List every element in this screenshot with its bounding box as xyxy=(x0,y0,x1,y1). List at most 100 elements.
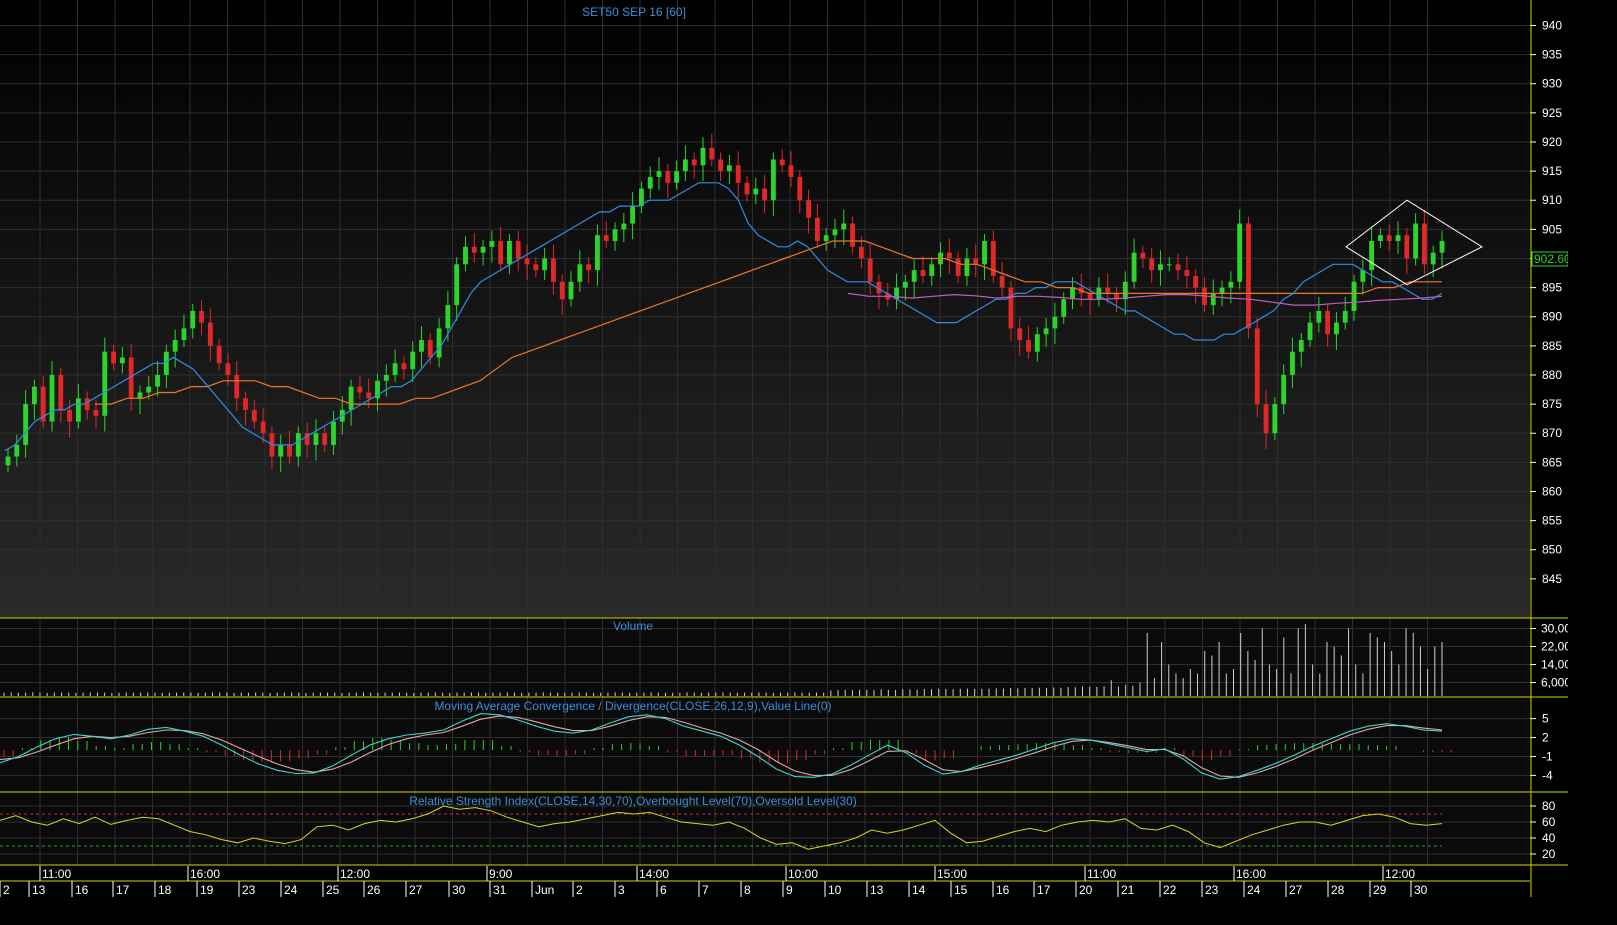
candle-body xyxy=(119,357,125,364)
candle-body xyxy=(1325,310,1331,335)
candle-body xyxy=(93,409,99,416)
candle-body xyxy=(603,235,609,242)
volume-panel-bg xyxy=(0,619,1530,697)
rsi-tick-label: 20 xyxy=(1542,847,1556,861)
candle-body xyxy=(823,235,829,242)
candle-body xyxy=(401,363,407,370)
macd-tick-label: -1 xyxy=(1542,749,1553,763)
candle-body xyxy=(260,421,266,434)
candle-body xyxy=(471,246,477,253)
candle-body xyxy=(1219,287,1225,294)
price-tick-label: 850 xyxy=(1542,543,1562,557)
candle-body xyxy=(656,171,662,177)
candle-body xyxy=(251,409,257,422)
time-lower-label: 19 xyxy=(200,883,214,897)
candle-body xyxy=(322,433,328,445)
candle-body xyxy=(146,386,152,393)
volume-tick-label: 30,00 xyxy=(1541,622,1568,636)
candle-body xyxy=(524,258,530,265)
candle-body xyxy=(498,241,504,265)
candle-body xyxy=(1149,258,1155,271)
candle-body xyxy=(1210,293,1216,306)
candle-body xyxy=(366,392,372,399)
time-lower-label: 23 xyxy=(1205,883,1219,897)
time-lower-label: 3 xyxy=(618,883,625,897)
candle-body xyxy=(1395,235,1401,242)
time-upper-label: 10:00 xyxy=(788,867,818,881)
time-lower-label: 27 xyxy=(1289,883,1303,897)
candle-body xyxy=(779,159,785,166)
candle-body xyxy=(709,147,715,160)
candle-body xyxy=(331,421,336,445)
candle-body xyxy=(49,374,55,422)
time-lower-label: 17 xyxy=(116,883,130,897)
price-tick-label: 925 xyxy=(1542,106,1562,120)
candle-body xyxy=(1430,252,1436,265)
candle-body xyxy=(1061,299,1067,317)
candle-body xyxy=(1377,235,1383,242)
candle-body xyxy=(295,433,301,457)
candle-body xyxy=(410,351,416,370)
time-lower-label: 30 xyxy=(452,883,466,897)
candle-body xyxy=(5,456,11,466)
price-tick-label: 885 xyxy=(1542,339,1562,353)
candle-body xyxy=(137,392,143,399)
time-lower-label: 15 xyxy=(954,883,968,897)
candle-body xyxy=(964,258,970,276)
candle-body xyxy=(1421,223,1427,265)
candle-body xyxy=(348,386,354,410)
candle-body xyxy=(454,264,460,306)
candle-body xyxy=(568,281,574,300)
rsi-tick-label: 40 xyxy=(1542,831,1556,845)
candle-body xyxy=(973,258,979,265)
candle-body xyxy=(1131,252,1137,282)
price-tick-label: 910 xyxy=(1542,193,1562,207)
candle-body xyxy=(999,275,1005,288)
candle-body xyxy=(1140,252,1146,259)
candle-body xyxy=(559,281,565,300)
candle-body xyxy=(1439,241,1445,253)
candle-body xyxy=(507,241,512,265)
time-upper-label: 16:00 xyxy=(190,867,220,881)
price-tick-label: 895 xyxy=(1542,281,1562,295)
price-title: SET50 SEP 16 [60] xyxy=(582,5,686,19)
candle-body xyxy=(1360,270,1366,282)
candle-body xyxy=(762,188,768,201)
rsi-title: Relative Strength Index(CLOSE,14,30,70),… xyxy=(409,794,857,808)
time-lower-label: 14 xyxy=(912,883,926,897)
candle-body xyxy=(515,241,521,259)
time-lower-label: 7 xyxy=(702,883,709,897)
candle-body xyxy=(234,374,240,399)
candle-body xyxy=(744,182,750,195)
price-tick-label: 870 xyxy=(1542,426,1562,440)
price-tick-label: 920 xyxy=(1542,135,1562,149)
candle-body xyxy=(1369,241,1375,271)
candle-body xyxy=(982,241,987,265)
candle-body xyxy=(102,351,108,416)
candle-body xyxy=(427,340,433,358)
candle-body xyxy=(902,281,908,288)
candle-body xyxy=(841,223,847,230)
candle-body xyxy=(1290,351,1295,375)
price-tick-label: 880 xyxy=(1542,368,1562,382)
volume-title: Volume xyxy=(613,619,653,633)
time-lower-label: 21 xyxy=(1121,883,1135,897)
candle-body xyxy=(1043,328,1049,335)
time-lower-label: 20 xyxy=(1079,883,1093,897)
time-lower-label: 24 xyxy=(284,883,298,897)
volume-tick-label: 6,000 xyxy=(1541,676,1568,690)
price-tick-label: 860 xyxy=(1542,484,1562,498)
candle-body xyxy=(586,264,592,271)
candle-body xyxy=(1052,316,1058,329)
candle-body xyxy=(735,165,741,183)
time-lower-label: 18 xyxy=(158,883,172,897)
candle-body xyxy=(14,444,20,457)
time-lower-label: 13 xyxy=(32,883,46,897)
time-lower-label: 10 xyxy=(828,883,842,897)
candle-body xyxy=(911,270,917,282)
candle-body xyxy=(665,171,671,183)
price-tick-label: 940 xyxy=(1542,18,1562,32)
candle-body xyxy=(691,159,697,166)
candle-body xyxy=(225,363,231,375)
candle-body xyxy=(929,264,935,276)
